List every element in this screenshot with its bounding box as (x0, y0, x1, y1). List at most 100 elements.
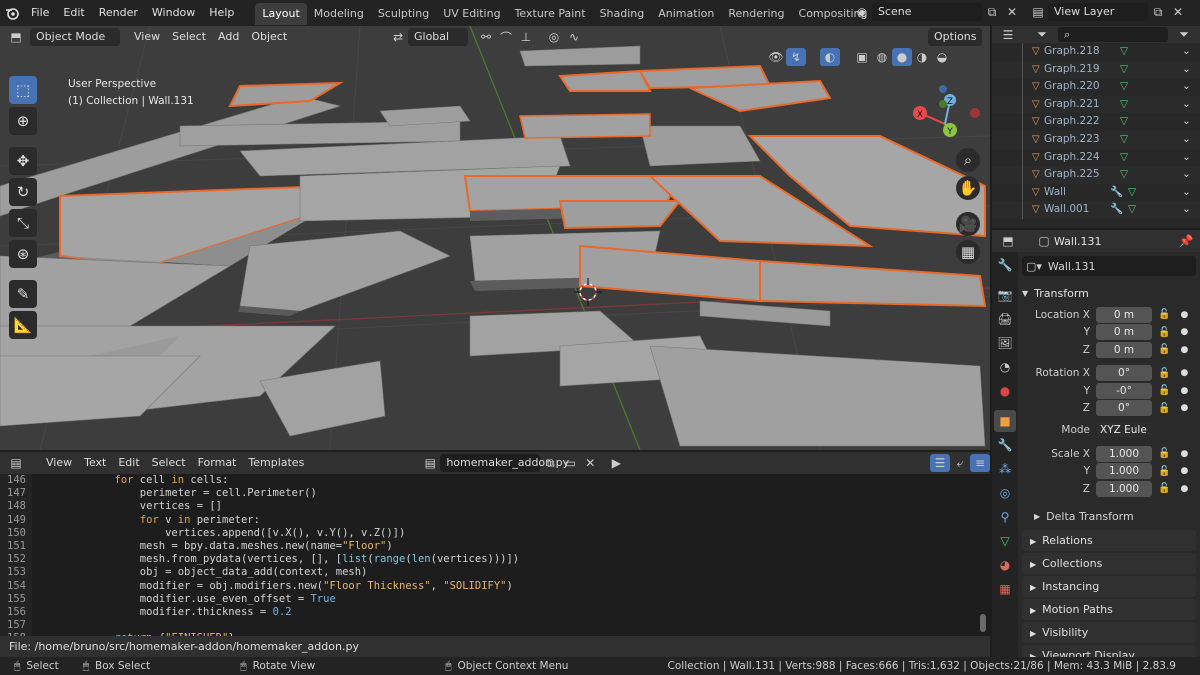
keyframe-dot-icon[interactable]: ● (1180, 466, 1188, 476)
viewport-menu-select[interactable]: Select (166, 28, 212, 46)
visibility-icon[interactable]: 👁 (766, 48, 786, 66)
visibility-eye-icon[interactable]: ⌄ (1182, 166, 1191, 184)
lock-icon[interactable]: 🔓 (1158, 448, 1170, 459)
particles-tab-icon[interactable]: ⁂ (994, 458, 1016, 480)
section-header[interactable]: ▶ Motion Paths (1022, 598, 1196, 620)
object-tab-icon[interactable]: ■ (994, 410, 1016, 432)
keyframe-dot-icon[interactable]: ● (1180, 310, 1188, 320)
code-line[interactable]: 153 obj = object_data_add(context, mesh) (0, 566, 519, 579)
pivot-icon[interactable]: ⚯ (476, 28, 496, 46)
scale-value-field[interactable]: 1.000 (1096, 480, 1152, 497)
tab-sculpting[interactable]: Sculpting (371, 3, 436, 25)
xray-icon[interactable]: ▣ (852, 48, 872, 66)
object-name-field[interactable]: ▢▾ Wall.131 (1022, 256, 1196, 276)
scene-tab-icon[interactable]: ◔ (994, 356, 1016, 378)
mesh-data-icon[interactable]: ▽ (1120, 43, 1128, 61)
mesh-data-icon[interactable]: ▽ (1120, 131, 1128, 149)
outliner-item[interactable]: ▽ Graph.218 ▽ ⌄ (992, 43, 1200, 61)
code-line[interactable]: 150 vertices.append([v.X(), v.Y(), v.Z()… (0, 527, 519, 540)
outliner-item[interactable]: ▽ Graph.219 ▽ ⌄ (992, 60, 1200, 79)
lock-icon[interactable]: 🔓 (1158, 403, 1170, 414)
remove-scene-icon[interactable]: ✕ (1002, 3, 1022, 21)
te-menu-templates[interactable]: Templates (242, 454, 310, 472)
line-numbers-icon[interactable]: ☰ (930, 454, 950, 472)
open-text-icon[interactable]: ▭ (560, 454, 580, 472)
gizmo-toggle-icon[interactable]: ↯ (786, 48, 806, 66)
zoom-icon[interactable]: ⌕ (956, 148, 980, 172)
mesh-data-icon[interactable]: ▽ (1120, 96, 1128, 114)
data-tab-icon[interactable]: ▽ (994, 530, 1016, 552)
keyframe-dot-icon[interactable]: ● (1180, 449, 1188, 459)
measure-tool[interactable]: 📐 (9, 311, 37, 339)
constraints-tab-icon[interactable]: ⚲ (994, 506, 1016, 528)
modifier-tab-icon[interactable]: 🔧 (994, 434, 1016, 456)
outliner-item[interactable]: ▽ Graph.224 ▽ ⌄ (992, 148, 1200, 167)
code-line[interactable]: 155 modifier.use_even_offset = True (0, 593, 519, 606)
solid-shading-icon[interactable]: ● (892, 48, 912, 66)
pan-icon[interactable]: ✋ (956, 176, 980, 200)
section-header[interactable]: ▶ Visibility (1022, 621, 1196, 643)
material-shading-icon[interactable]: ◑ (912, 48, 932, 66)
outliner-filter-menu-icon[interactable]: ⏷ (1174, 26, 1194, 44)
code-line[interactable]: 151 mesh = bpy.data.meshes.new(name="Flo… (0, 540, 519, 553)
properties-editor[interactable]: ⬒ ▢ Wall.131 📌 🔧 📷 🖨 🖼 ◔ ● ■ 🔧 ⁂ ◎ ⚲ ▽ ◕… (992, 230, 1200, 666)
tab-uv-editing[interactable]: UV Editing (436, 3, 507, 25)
tab-texture-paint[interactable]: Texture Paint (508, 3, 593, 25)
text-datablock-icon[interactable]: ▤ (420, 454, 440, 472)
outliner-item[interactable]: ▽ Graph.220 ▽ ⌄ (992, 78, 1200, 96)
render-tab-icon[interactable]: 📷 (994, 284, 1016, 306)
visibility-eye-icon[interactable]: ⌄ (1182, 149, 1191, 167)
scene-field[interactable]: Scene (872, 3, 982, 21)
properties-type-icon[interactable]: ⬒ (998, 232, 1018, 250)
keyframe-dot-icon[interactable]: ● (1180, 345, 1188, 355)
new-view-layer-icon[interactable]: ⧉ (1148, 3, 1168, 21)
code-line[interactable]: 152 mesh.from_pydata(vertices, [], [list… (0, 553, 519, 566)
transform-panel-header[interactable]: ▼ Transform (1022, 282, 1196, 304)
modifier-icon[interactable]: 🔧 (1110, 184, 1123, 202)
falloff-icon[interactable]: ∿ (564, 28, 584, 46)
tab-rendering[interactable]: Rendering (721, 3, 791, 25)
remove-view-layer-icon[interactable]: ✕ (1168, 3, 1188, 21)
pin-icon[interactable]: 📌 (1176, 232, 1196, 250)
tab-modeling[interactable]: Modeling (307, 3, 371, 25)
tab-layout[interactable]: Layout (255, 3, 307, 25)
visibility-eye-icon[interactable]: ⌄ (1182, 96, 1191, 114)
lock-icon[interactable]: 🔓 (1158, 344, 1170, 355)
rendered-shading-icon[interactable]: ◒ (932, 48, 952, 66)
outliner-type-icon[interactable]: ☰ (998, 26, 1018, 44)
tab-animation[interactable]: Animation (651, 3, 721, 25)
code-line[interactable]: 157 (0, 619, 519, 632)
mesh-data-icon[interactable]: ▽ (1128, 201, 1136, 219)
select-box-tool[interactable]: ⬚ (9, 76, 37, 104)
view-layer-tab-icon[interactable]: 🖼 (994, 332, 1016, 354)
lock-icon[interactable]: 🔓 (1158, 309, 1170, 320)
mesh-data-icon[interactable]: ▽ (1120, 78, 1128, 96)
orientation-icon[interactable]: ⇄ (388, 28, 408, 46)
location-value-field[interactable]: 0 m (1096, 341, 1152, 358)
editor-type-icon[interactable]: ⬒ (6, 28, 26, 46)
viewport-menu-view[interactable]: View (128, 28, 166, 46)
lock-icon[interactable]: 🔓 (1158, 483, 1170, 494)
perspective-toggle-icon[interactable]: ▦ (956, 240, 980, 264)
menu-file[interactable]: File (24, 0, 56, 26)
duplicate-text-icon[interactable]: ⧉ (540, 454, 560, 472)
te-menu-select[interactable]: Select (146, 454, 192, 472)
code-line[interactable]: 149 for v in perimeter: (0, 514, 519, 527)
keyframe-dot-icon[interactable]: ● (1180, 403, 1188, 413)
syntax-highlight-icon[interactable]: ≡ (970, 454, 990, 472)
text-editor[interactable]: ▤ View Text Edit Select Format Templates… (0, 452, 990, 657)
viewport-menu-add[interactable]: Add (212, 28, 245, 46)
rotate-tool[interactable]: ↻ (9, 178, 37, 206)
visibility-eye-icon[interactable]: ⌄ (1182, 43, 1191, 61)
lock-icon[interactable]: 🔓 (1158, 368, 1170, 379)
mode-dropdown[interactable]: Object Mode (30, 28, 120, 46)
cursor-tool[interactable]: ⊕ (9, 107, 37, 135)
physics-tab-icon[interactable]: ◎ (994, 482, 1016, 504)
location-value-field[interactable]: 0 m (1096, 306, 1152, 323)
mesh-data-icon[interactable]: ▽ (1120, 149, 1128, 167)
blender-logo-icon[interactable] (0, 0, 24, 26)
code-line[interactable]: 154 modifier = obj.modifiers.new("Floor … (0, 580, 519, 593)
mesh-data-icon[interactable]: ▽ (1120, 113, 1128, 131)
visibility-eye-icon[interactable]: ⌄ (1182, 184, 1191, 202)
menu-render[interactable]: Render (92, 0, 145, 26)
